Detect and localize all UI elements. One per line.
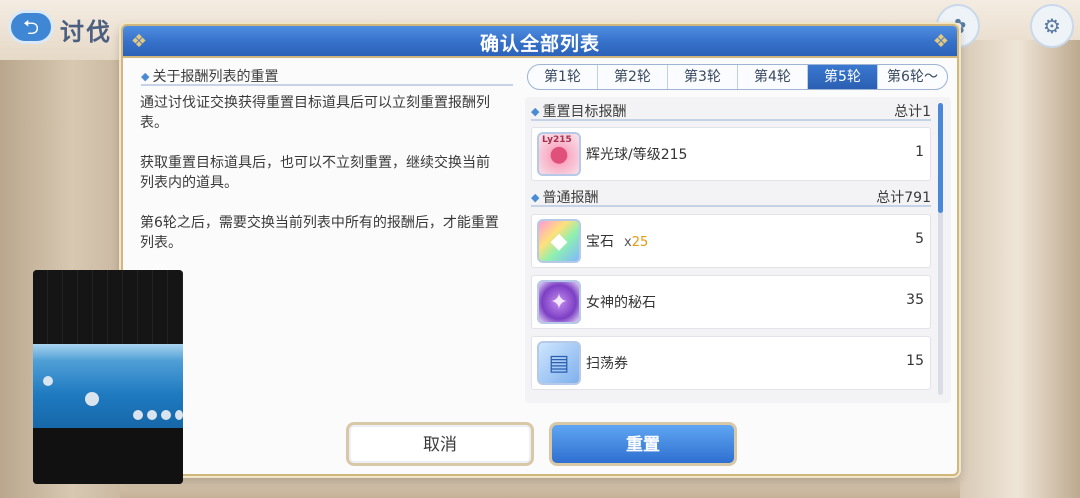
item-name: 扫荡券 — [586, 356, 628, 372]
tab-round-2[interactable]: 第2轮 — [598, 65, 668, 89]
background-settings-button[interactable]: ⚙ — [1030, 4, 1074, 48]
confirm-list-dialog: ❖ 确认全部列表 ❖ ◆ 关于报酬列表的重置 通过讨伐证交换获得重置目标道具后可以… — [121, 24, 959, 476]
corner-ornament-right-icon: ❖ — [932, 31, 950, 52]
item-count: 1 — [915, 144, 924, 160]
info-body: 通过讨伐证交换获得重置目标道具后可以立刻重置报酬列表。 获取重置目标道具后，也可… — [140, 93, 500, 273]
diamond-bullet-icon: ◆ — [531, 105, 540, 118]
gem-icon: ◆ — [537, 219, 581, 263]
normal-rewards-total: 总计791 — [876, 190, 931, 206]
diamond-bullet-icon: ◆ — [141, 70, 150, 83]
level-badge: Ly215 — [542, 135, 572, 145]
dialog-title: 确认全部列表 — [479, 33, 600, 55]
gem-glyph-icon: ◆ — [550, 228, 568, 254]
list-item: ✦ 女神的秘石 35 — [531, 275, 931, 329]
reset-target-heading: ◆ 重置目标报酬 总计1 — [531, 101, 931, 121]
tab-round-6-plus[interactable]: 第6轮～ — [878, 65, 947, 89]
scrollbar-thumb[interactable] — [938, 103, 943, 213]
reset-target-heading-text: 重置目标报酬 — [542, 104, 627, 120]
info-heading-text: 关于报酬列表的重置 — [152, 69, 279, 85]
background-title: 讨伐 — [60, 18, 112, 46]
dialog-header: ❖ 确认全部列表 ❖ — [123, 26, 957, 58]
tab-round-4[interactable]: 第4轮 — [738, 65, 808, 89]
cancel-button[interactable]: 取消 — [346, 422, 534, 466]
item-name: 辉光球/等级215 — [586, 147, 688, 163]
preview-game-scene — [33, 344, 183, 428]
back-arrow-icon: ⮌ — [22, 15, 40, 39]
list-scrollbar[interactable] — [938, 103, 943, 395]
item-multiplier: x25 — [624, 235, 648, 250]
normal-rewards-heading-text: 普通报酬 — [542, 190, 599, 206]
floating-video-preview[interactable] — [33, 270, 183, 484]
item-count: 15 — [906, 353, 924, 369]
preview-skill-icon — [133, 410, 143, 420]
item-count: 35 — [906, 292, 924, 308]
reward-list[interactable]: ◆ 重置目标报酬 总计1 Ly215 ● 辉光球/等级215 1 ◆ 普通报酬 总计… — [525, 97, 951, 403]
multiplier-value: 25 — [631, 235, 649, 250]
goddess-stone-icon: ✦ — [537, 280, 581, 324]
preview-skill-icon — [161, 410, 171, 420]
info-paragraph: 第6轮之后，需要交换当前列表中所有的报酬后，才能重置列表。 — [140, 215, 499, 251]
background-right-pillar — [955, 40, 1080, 498]
list-item: ▤ 扫荡券 15 — [531, 336, 931, 390]
info-heading: ◆ 关于报酬列表的重置 — [141, 66, 513, 86]
item-count: 5 — [915, 231, 924, 247]
preview-bottom-area — [33, 428, 183, 484]
tab-round-5[interactable]: 第5轮 — [808, 65, 878, 89]
back-button[interactable]: ⮌ — [8, 10, 54, 44]
item-name-text: 宝石 — [586, 234, 614, 250]
multiplier-prefix: x — [624, 235, 632, 250]
preview-skill-icon — [175, 410, 183, 420]
info-paragraph: 获取重置目标道具后，也可以不立刻重置，继续交换当前列表内的道具。 — [140, 155, 490, 191]
sweep-ticket-icon: ▤ — [537, 341, 581, 385]
list-item: ◆ 宝石 x25 5 — [531, 214, 931, 268]
round-tabs: 第1轮 第2轮 第3轮 第4轮 第5轮 第6轮～ — [527, 64, 948, 90]
reset-target-total: 总计1 — [894, 104, 931, 120]
preview-skill-icon — [147, 410, 157, 420]
glow-orb-icon: Ly215 ● — [537, 132, 581, 176]
item-name: 宝石 x25 — [586, 231, 648, 251]
ticket-glyph-icon: ▤ — [548, 350, 570, 376]
preview-character-icon — [43, 376, 53, 386]
info-paragraph: 通过讨伐证交换获得重置目标道具后可以立刻重置报酬列表。 — [140, 95, 490, 131]
tab-round-3[interactable]: 第3轮 — [668, 65, 738, 89]
tab-round-1[interactable]: 第1轮 — [528, 65, 598, 89]
normal-rewards-heading: ◆ 普通报酬 总计791 — [531, 187, 931, 207]
reset-button[interactable]: 重置 — [549, 422, 737, 466]
stone-glyph-icon: ✦ — [549, 289, 569, 315]
preview-top-area — [33, 270, 183, 344]
orb-glyph-icon: ● — [549, 141, 569, 167]
preview-character-icon — [85, 392, 99, 406]
gear-icon: ⚙ — [1043, 14, 1061, 38]
list-item: Ly215 ● 辉光球/等级215 1 — [531, 127, 931, 181]
diamond-bullet-icon: ◆ — [531, 191, 540, 204]
item-name: 女神的秘石 — [586, 295, 656, 311]
background-bottom-bar — [120, 476, 960, 498]
